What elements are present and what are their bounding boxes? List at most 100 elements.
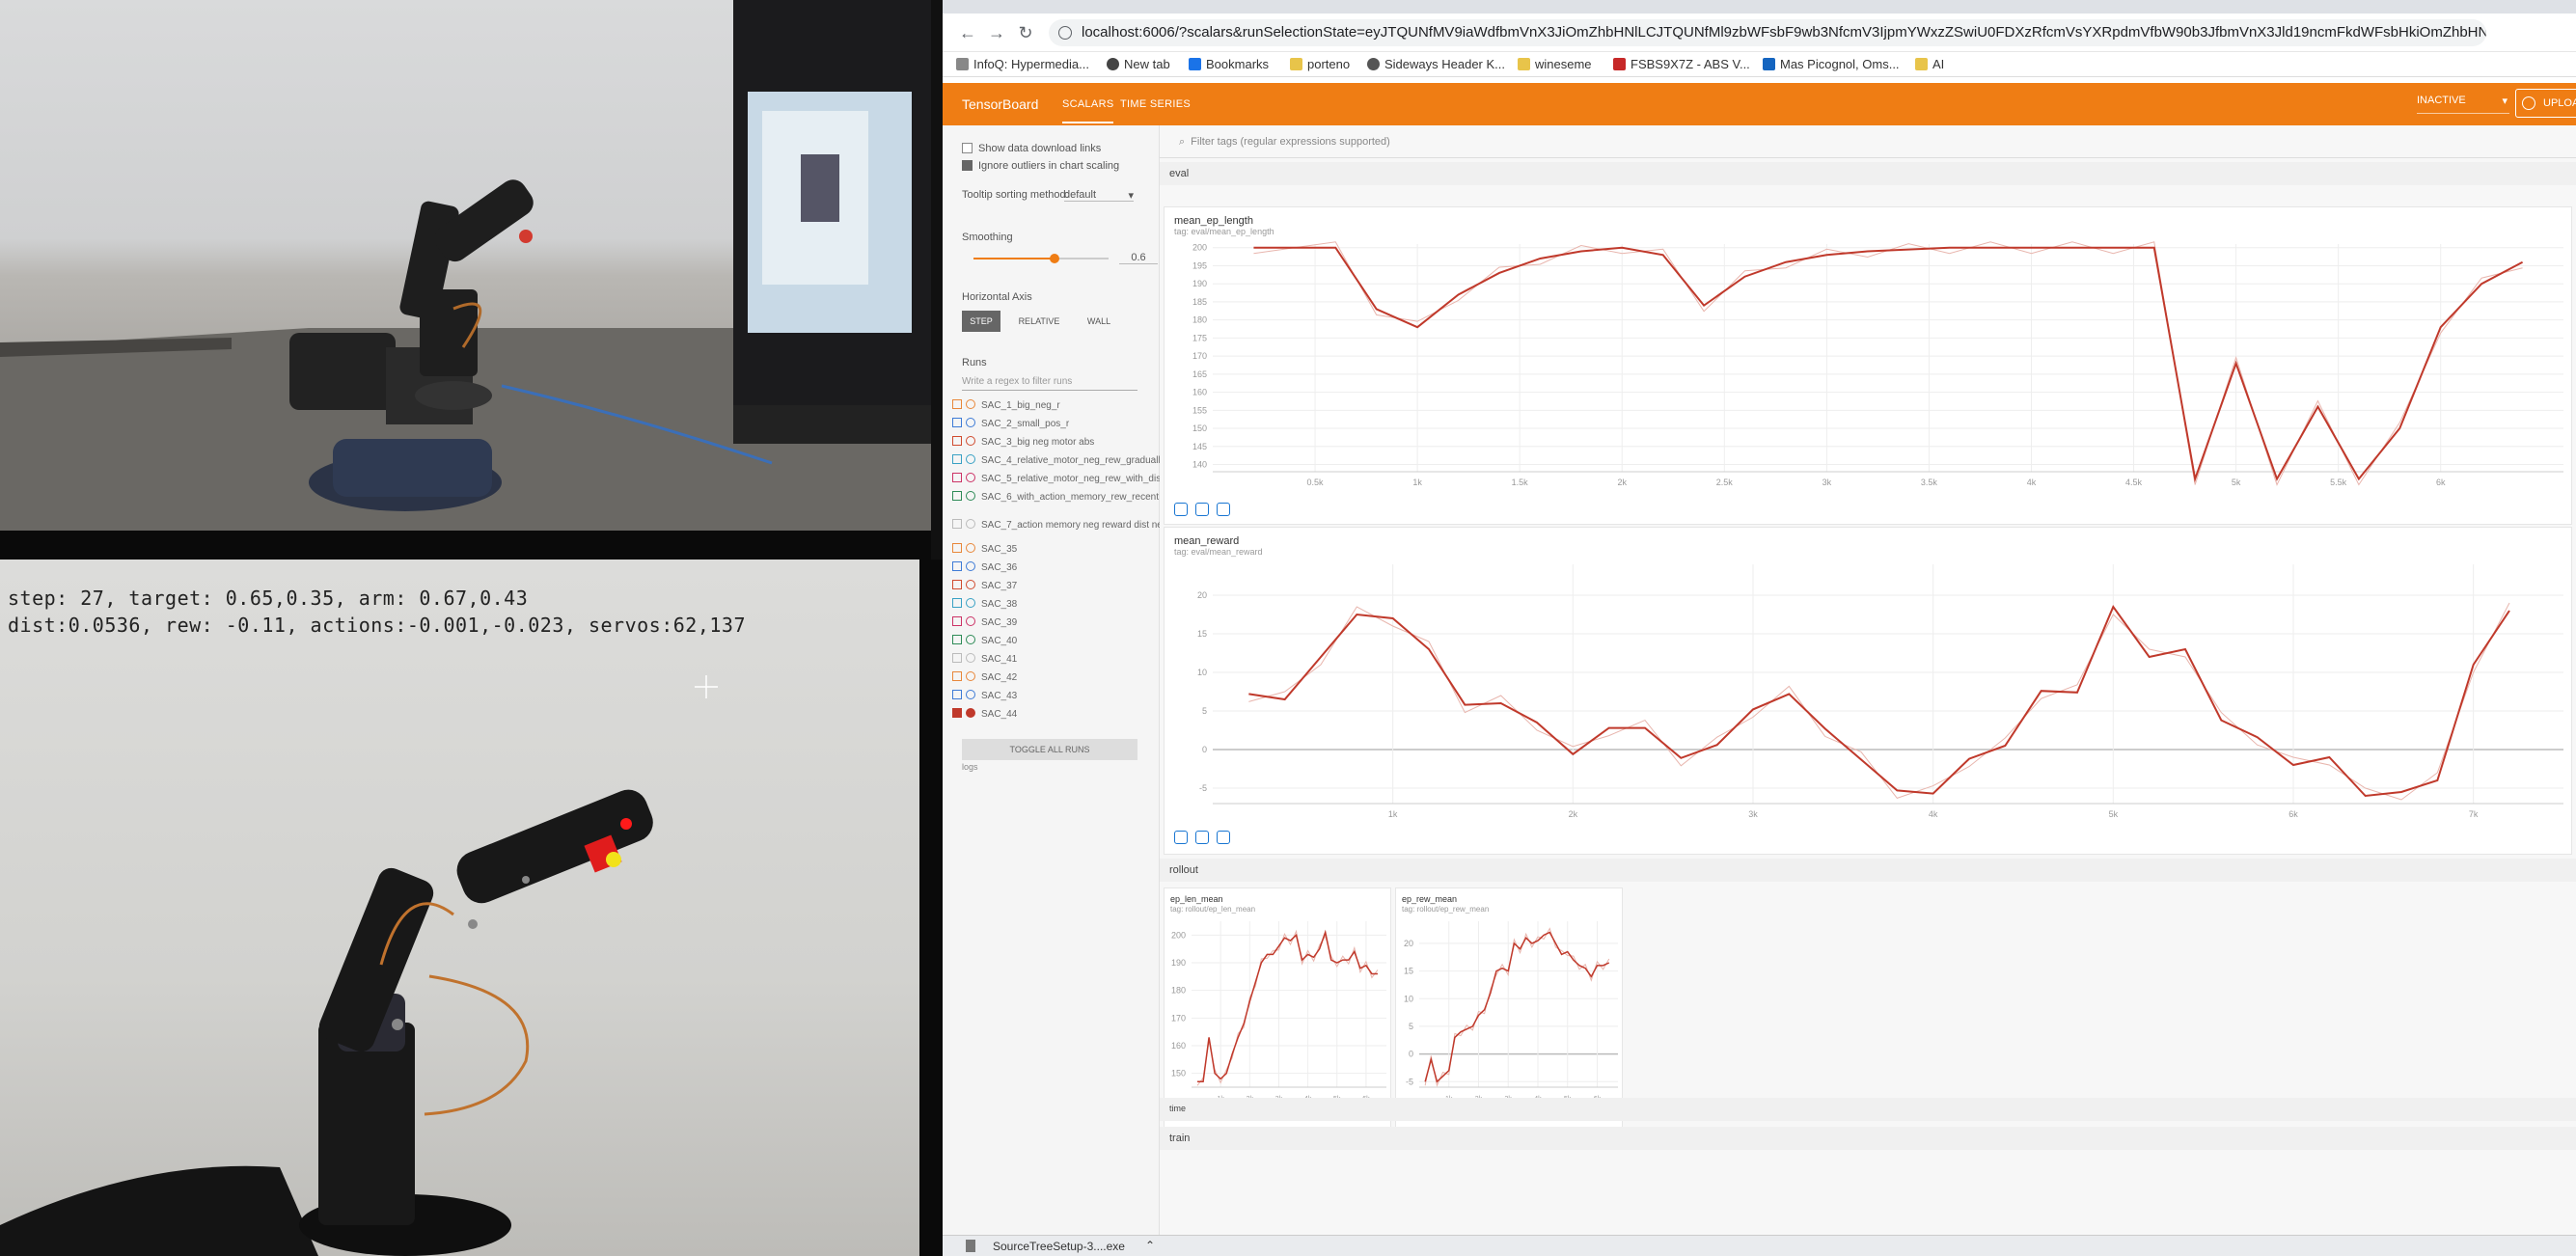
run-item[interactable]: SAC_36 (952, 561, 1017, 573)
run-color-icon[interactable] (966, 580, 975, 589)
run-checkbox[interactable] (952, 543, 962, 553)
fit-domain-icon[interactable] (1217, 831, 1230, 844)
run-checkbox[interactable] (952, 519, 962, 529)
axis-relative-button[interactable]: RELATIVE (1010, 311, 1068, 332)
axis-wall-button[interactable]: WALL (1070, 311, 1128, 332)
run-color-icon[interactable] (966, 598, 975, 608)
status-dropdown[interactable]: INACTIVE ▾ (2417, 95, 2509, 114)
run-item[interactable]: SAC_35 (952, 543, 1017, 555)
run-color-icon[interactable] (966, 436, 975, 446)
tensorboard-logo[interactable]: TensorBoard (962, 96, 1038, 112)
time-section-header[interactable]: time (1160, 1098, 2576, 1121)
run-checkbox[interactable] (952, 473, 962, 482)
run-item[interactable]: SAC_39 (952, 616, 1017, 628)
run-checkbox[interactable] (952, 561, 962, 571)
run-checkbox[interactable] (952, 399, 962, 409)
run-item[interactable]: SAC_42 (952, 671, 1017, 683)
bookmark-item[interactable]: Bookmarks (1189, 57, 1269, 71)
run-checkbox[interactable] (952, 491, 962, 501)
run-item[interactable]: SAC_5_relative_motor_neg_rew_with_dist n… (952, 473, 1184, 484)
series-line[interactable] (1424, 931, 1610, 1083)
run-checkbox[interactable] (952, 598, 962, 608)
run-checkbox[interactable] (952, 418, 962, 427)
bookmark-item[interactable]: Sideways Header K... (1367, 57, 1505, 71)
run-color-icon[interactable] (966, 454, 975, 464)
forward-icon[interactable]: → (985, 21, 1008, 44)
run-item[interactable]: SAC_3_big neg motor abs (952, 436, 1094, 448)
run-color-icon[interactable] (966, 653, 975, 663)
run-item[interactable]: SAC_43 (952, 690, 1017, 701)
show-download-option[interactable]: Show data download links (962, 143, 1101, 154)
run-item[interactable]: SAC_6_with_action_memory_rew_recent end (952, 491, 1177, 503)
run-item[interactable]: SAC_1_big_neg_r (952, 399, 1060, 411)
run-color-icon[interactable] (966, 543, 975, 553)
run-item[interactable]: SAC_37 (952, 580, 1017, 591)
chart-mean-ep-length[interactable]: 200 195 190 185 180 175 170 165 160 155 150 145 140 0… (1165, 234, 2573, 495)
address-bar[interactable]: localhost:6006/?scalars&runSelectionStat… (1049, 19, 2486, 46)
checkbox-ignore-outliers[interactable] (962, 160, 973, 171)
ignore-outliers-option[interactable]: Ignore outliers in chart scaling (962, 160, 1119, 172)
info-icon[interactable] (1058, 26, 1072, 40)
run-item[interactable]: SAC_4_relative_motor_neg_rew_gradually (952, 454, 1165, 466)
run-item[interactable]: SAC_7_action memory neg reward dist new (952, 519, 1169, 531)
runs-filter-input[interactable]: Write a regex to filter runs (962, 376, 1137, 391)
bookmark-folder[interactable]: wineseme (1518, 57, 1592, 71)
train-section-header[interactable]: train (1160, 1127, 2576, 1150)
run-color-icon[interactable] (966, 399, 975, 409)
run-item[interactable]: SAC_44 (952, 708, 1017, 720)
tag-filter-input[interactable]: ⌕ Filter tags (regular expressions suppor… (1160, 125, 2576, 158)
run-checkbox[interactable] (952, 635, 962, 644)
run-item[interactable]: SAC_2_small_pos_r (952, 418, 1069, 429)
run-color-icon[interactable] (966, 418, 975, 427)
log-scale-icon[interactable] (1195, 831, 1209, 844)
bookmark-item[interactable]: FSBS9X7Z - ABS V... (1613, 57, 1750, 71)
browser-tab-strip[interactable] (943, 0, 2576, 14)
eval-section-header[interactable]: eval (1160, 162, 2576, 185)
run-item[interactable]: SAC_38 (952, 598, 1017, 610)
bookmark-item[interactable]: InfoQ: Hypermedia... (956, 57, 1089, 71)
tooltip-sorting-select[interactable]: default ▾ (1064, 189, 1134, 202)
toggle-all-runs-button[interactable]: TOGGLE ALL RUNS (962, 739, 1137, 760)
run-color-icon[interactable] (966, 616, 975, 626)
upload-button[interactable]: UPLOAD (2515, 89, 2576, 118)
chart-ep-rew-mean[interactable]: 20151050-51k2k3k4k5k6k (1396, 914, 1624, 1105)
checkbox-show-download[interactable] (962, 143, 973, 153)
series-line[interactable] (1197, 929, 1378, 1083)
smoothing-slider[interactable] (973, 254, 1109, 263)
bookmark-item[interactable]: New tab (1107, 57, 1170, 71)
tab-scalars[interactable]: SCALARS (1062, 98, 1114, 123)
run-checkbox[interactable] (952, 454, 962, 464)
run-checkbox[interactable] (952, 436, 962, 446)
run-color-icon[interactable] (966, 561, 975, 571)
run-item[interactable]: SAC_40 (952, 635, 1017, 646)
log-scale-icon[interactable] (1195, 503, 1209, 516)
smoothing-value-input[interactable]: 0.6 (1119, 252, 1158, 264)
run-checkbox[interactable] (952, 671, 962, 681)
run-checkbox[interactable] (952, 690, 962, 699)
run-color-icon[interactable] (966, 491, 975, 501)
fit-domain-icon[interactable] (1217, 503, 1230, 516)
chart-mean-reward[interactable]: 20 15 10 5 0 -5 1k 2k 3k 4k 5k 6k 7k (1165, 555, 2573, 827)
run-checkbox[interactable] (952, 653, 962, 663)
run-item[interactable]: SAC_41 (952, 653, 1017, 665)
back-icon[interactable]: ← (956, 21, 979, 44)
download-item[interactable]: SourceTreeSetup-3....exe (993, 1240, 1125, 1253)
series-line[interactable] (1253, 246, 2524, 483)
tab-time-series[interactable]: TIME SERIES (1120, 98, 1191, 110)
run-checkbox[interactable] (952, 708, 962, 718)
chevron-up-icon[interactable]: ⌃ (1145, 1239, 1155, 1252)
run-checkbox[interactable] (952, 580, 962, 589)
run-color-icon[interactable] (966, 690, 975, 699)
run-color-icon[interactable] (966, 635, 975, 644)
run-color-icon[interactable] (966, 671, 975, 681)
fullscreen-icon[interactable] (1174, 831, 1188, 844)
bookmark-item[interactable]: Mas Picognol, Oms... (1763, 57, 1900, 71)
reload-icon[interactable]: ↻ (1014, 21, 1037, 44)
run-color-icon[interactable] (966, 473, 975, 482)
series-line[interactable] (1248, 604, 2510, 798)
bookmark-folder[interactable]: AI (1915, 57, 1944, 71)
run-color-icon[interactable] (966, 519, 975, 529)
run-checkbox[interactable] (952, 616, 962, 626)
smoothing-slider-thumb[interactable] (1050, 254, 1059, 263)
rollout-section-header[interactable]: rollout (1160, 859, 2576, 882)
